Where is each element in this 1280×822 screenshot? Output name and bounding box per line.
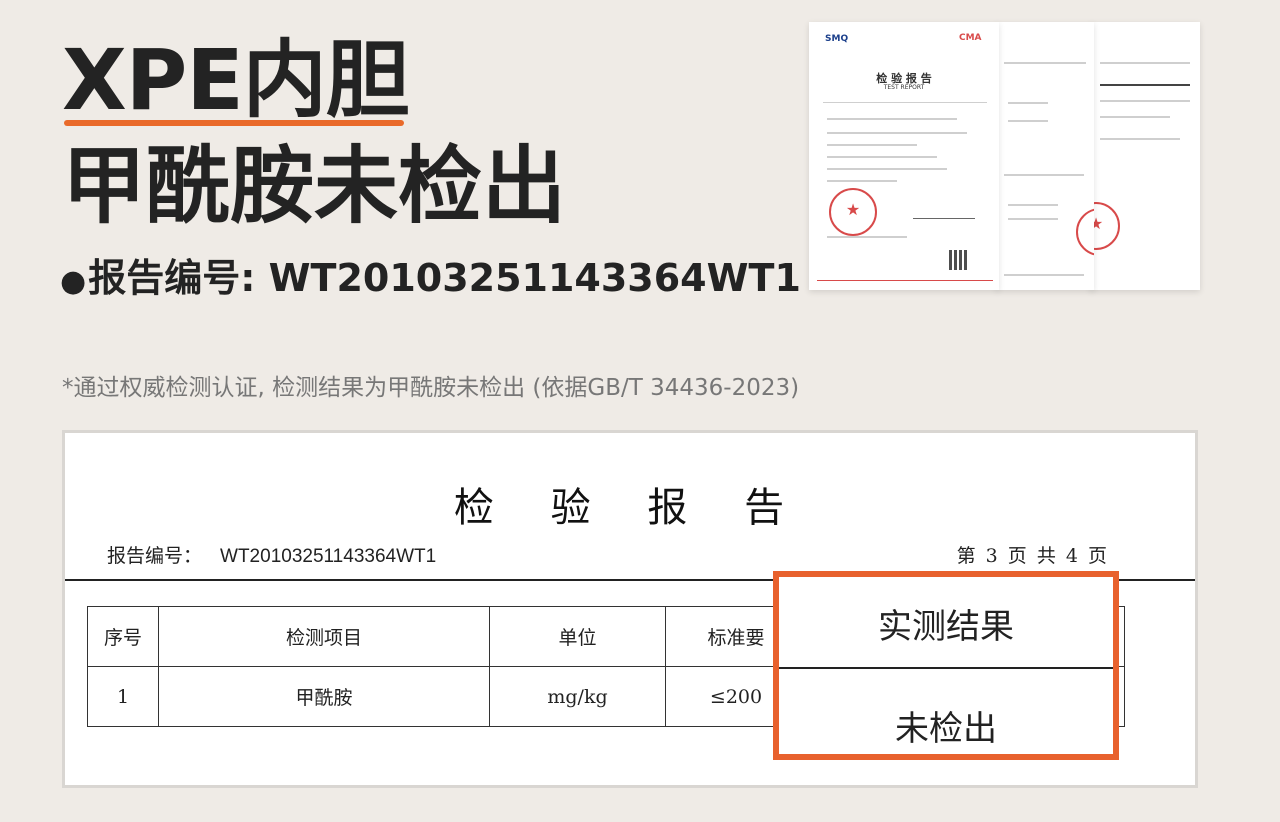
report-title: 检 验 报 告	[453, 485, 807, 531]
highlight-divider	[779, 667, 1113, 669]
qr-code-icon	[949, 250, 969, 270]
page-info: 第 3 页 共 4 页	[956, 545, 1107, 567]
cell-index: 1	[87, 666, 159, 727]
report-number-heading: ●报告编号: WT20103251143364WT1	[60, 250, 801, 310]
headline-line2: 甲酰胺未检出	[62, 137, 567, 235]
cell-item: 甲酰胺	[158, 666, 490, 727]
certificate-thumbnail-2: ★	[996, 22, 1094, 290]
header-cell-index: 序号	[87, 606, 159, 667]
certification-note: *通过权威检测认证, 检测结果为甲酰胺未检出 (依据GB/T 34436-202…	[62, 375, 800, 401]
highlight-value: 未检出	[895, 709, 997, 749]
bullet-icon: ●	[60, 264, 87, 299]
header-cell-item: 检测项目	[158, 606, 490, 667]
highlight-header: 实测结果	[878, 607, 1014, 647]
report-number-label: 报告编号：	[107, 545, 203, 567]
cell-unit: mg/kg	[489, 666, 666, 727]
thumbnail-subtitle: TEST REPORT	[883, 84, 925, 91]
header-cell-unit: 单位	[489, 606, 666, 667]
report-number-text: 报告编号: WT20103251143364WT1	[88, 256, 801, 300]
certificate-thumbnail-3: ★	[1090, 22, 1200, 290]
red-stamp-icon: ★	[829, 188, 877, 236]
smq-logo: SMQ	[825, 34, 849, 44]
headline-line1: XPE内胆	[62, 30, 410, 130]
headline-line1-text: XPE内胆	[62, 31, 410, 129]
report-number-value: WT20103251143364WT1	[220, 546, 437, 567]
result-highlight-box: 实测结果 未检出	[773, 571, 1119, 760]
certificate-thumbnail-1: SMQ CMA 检 验 报 告 TEST REPORT ★	[809, 22, 999, 290]
report-number: 报告编号： WT20103251143364WT1	[107, 541, 436, 568]
